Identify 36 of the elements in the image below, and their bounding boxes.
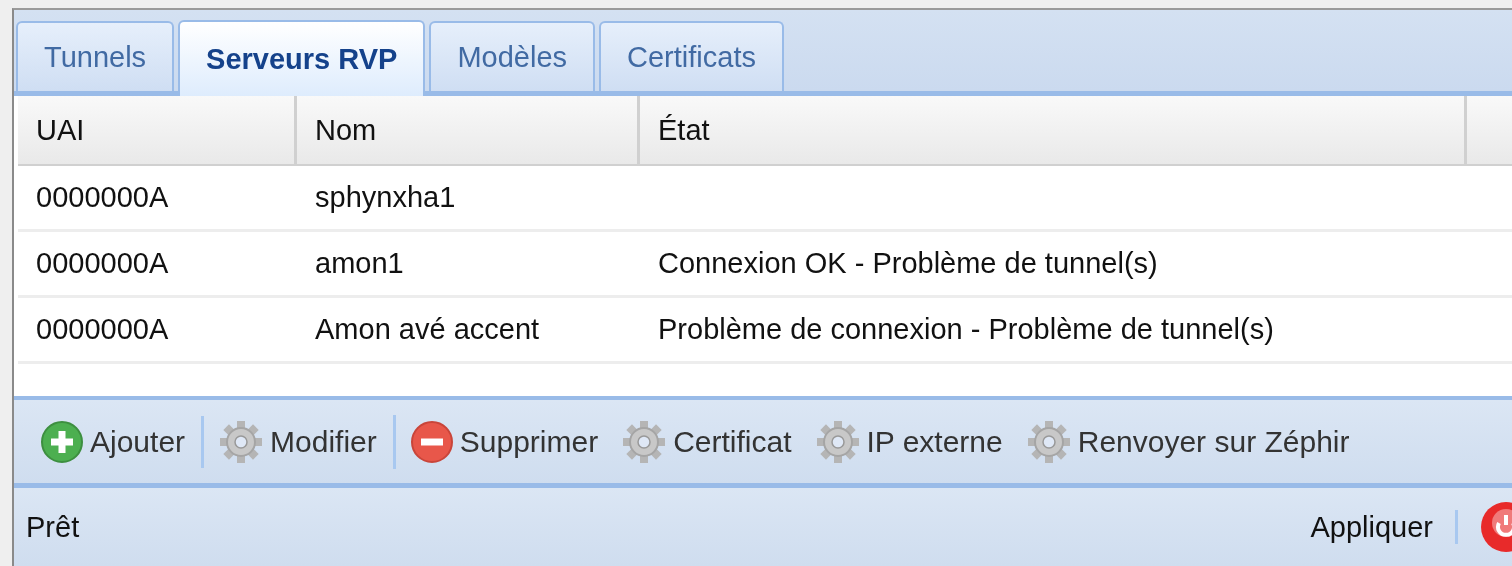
column-header [1467, 96, 1512, 166]
button-label: IP externe [866, 424, 1003, 459]
table-cell: Connexion OK - Problème de tunnel(s) [640, 232, 1467, 298]
tab[interactable]: Modèles [429, 21, 596, 91]
column-header[interactable]: État [640, 96, 1467, 166]
button-label: Modifier [270, 424, 377, 459]
table-cell: 0000000A [18, 232, 297, 298]
button-label: Renvoyer sur Zéphir [1077, 424, 1350, 459]
gear-icon [218, 418, 265, 465]
toolbar-button[interactable]: Modifier [212, 414, 396, 469]
table-cell: amon1 [297, 232, 640, 298]
table-cell: Problème de connexion - Problème de tunnel(s) [640, 298, 1467, 364]
gear-icon [814, 418, 861, 465]
table-cell: sphynxha1 [297, 166, 640, 232]
tab[interactable]: Serveurs RVP [178, 20, 426, 96]
column-header[interactable]: UAI [18, 96, 297, 166]
plus-icon [40, 419, 84, 464]
table-cell: Amon avé accent [297, 298, 640, 364]
toolbar-button[interactable]: IP externe [808, 414, 1012, 469]
tab[interactable]: Certificats [599, 21, 784, 91]
toolbar-button[interactable]: Ajouter [34, 415, 205, 468]
button-label: Certificat [673, 424, 792, 459]
toolbar-button[interactable]: Certificat [615, 414, 801, 469]
column-header[interactable]: Nom [297, 96, 640, 166]
table-cell: 0000000A [18, 298, 297, 364]
apply-link[interactable]: Appliquer [1310, 510, 1433, 544]
toolbar-button[interactable]: Renvoyer sur Zéphir [1019, 414, 1359, 469]
minus-icon [409, 419, 454, 464]
tab[interactable]: Tunnels [16, 21, 175, 91]
gear-icon [1025, 418, 1072, 465]
table-cell: 0000000A [18, 166, 297, 232]
toolbar-button[interactable]: Supprimer [403, 415, 608, 468]
button-label: Ajouter [90, 424, 186, 459]
gear-icon [621, 418, 668, 465]
button-label: Supprimer [459, 424, 599, 459]
status-text: Prêt [26, 510, 80, 544]
